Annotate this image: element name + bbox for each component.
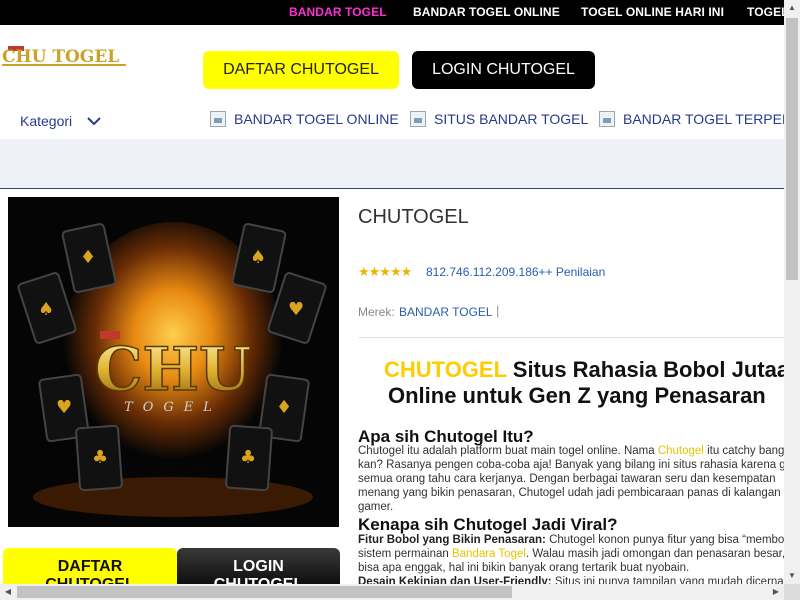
topbar-link-togel-online-hari-ini[interactable]: TOGEL ONLINE HARI INI <box>581 5 724 19</box>
scroll-up-arrow-icon[interactable]: ▲ <box>784 0 800 16</box>
paragraph-line: kan? Rasanya pengen coba-coba aja! Banya… <box>358 459 798 471</box>
button-label: DAFTAR <box>57 558 123 575</box>
topbar-link-bandar-togel[interactable]: BANDAR TOGEL <box>289 5 387 19</box>
merek-separator: | <box>496 303 500 318</box>
svg-text:♠: ♠ <box>250 247 266 268</box>
svg-text:♣: ♣ <box>240 447 256 468</box>
text-span: Chutogel konon punya fitur yang bisa “me… <box>545 534 800 546</box>
breadcrumb-band <box>0 139 784 189</box>
paragraph-line: semua orang tahu cara kerjanya. Dengan b… <box>358 473 776 485</box>
merek-link[interactable]: BANDAR TOGEL <box>399 305 493 319</box>
chutogel-link[interactable]: Chutogel <box>658 445 704 457</box>
kategori-menu[interactable]: Kategori <box>20 113 72 129</box>
article-headline-line2: Online untuk Gen Z yang Penasaran <box>388 383 766 408</box>
topbar-link-togel[interactable]: TOGEL <box>747 5 784 19</box>
paragraph-line: sistem permainan Bandara Togel. Walau ma… <box>358 548 785 562</box>
button-label: LOGIN <box>233 558 284 575</box>
scrollbar-corner <box>784 584 800 600</box>
paragraph-line: Fitur Bobol yang Bikin Penasaran: Chutog… <box>358 534 800 548</box>
star-rating-icon: ★★★★★ <box>358 264 412 279</box>
paragraph-line: Chutogel itu adalah platform buat main t… <box>358 445 794 459</box>
nav-link-bandar-togel-terpercaya[interactable]: BANDAR TOGEL TERPERCAYA <box>623 111 800 127</box>
paragraph-line: menang yang bikin penasaran, Chutogel ud… <box>358 487 781 499</box>
scroll-left-arrow-icon[interactable]: ◀ <box>0 584 16 600</box>
broken-image-icon <box>599 111 615 127</box>
bandara-togel-link[interactable]: Bandara Togel <box>452 548 526 560</box>
broken-image-icon <box>210 111 226 127</box>
section-title-apa: Apa sih Chutogel Itu? <box>358 427 534 446</box>
article-headline: CHUTOGEL Situs Rahasia Bobol Jutaan <box>384 356 800 384</box>
bold-lead: Fitur Bobol yang Bikin Penasaran: <box>358 534 546 546</box>
headline-rest: Situs Rahasia Bobol Jutaan <box>506 357 800 382</box>
product-image: ♠ ♦ ♥ ♣ ♠ ♥ ♦ ♣ CHU TOGEL <box>8 197 339 527</box>
chevron-down-icon[interactable] <box>86 113 102 129</box>
text-span: sistem permainan <box>358 548 452 560</box>
daftar-button[interactable]: DAFTAR CHUTOGEL <box>203 51 399 89</box>
svg-text:♠: ♠ <box>38 299 54 320</box>
svg-text:CHU: CHU <box>95 335 252 405</box>
nav-link-situs-bandar-togel[interactable]: SITUS BANDAR TOGEL <box>434 111 588 127</box>
rating-count[interactable]: 812.746.112.209.186++ Penilaian <box>426 265 605 279</box>
login-button[interactable]: LOGIN CHUTOGEL <box>412 51 595 89</box>
text-span: Chutogel itu adalah platform buat main t… <box>358 445 658 457</box>
top-bar: BANDAR TOGEL BANDAR TOGEL ONLINE TOGEL O… <box>0 0 784 25</box>
merek-label: Merek: <box>358 305 395 319</box>
paragraph-line: gamer. <box>358 501 394 513</box>
svg-text:♣: ♣ <box>92 447 108 468</box>
svg-text:♥: ♥ <box>56 397 72 418</box>
svg-text:♥: ♥ <box>288 299 304 320</box>
section-title-kenapa: Kenapa sih Chutogel Jadi Viral? <box>358 515 618 534</box>
vertical-scroll-thumb[interactable] <box>786 18 798 280</box>
product-title: CHUTOGEL <box>358 206 469 228</box>
svg-text:TOGEL: TOGEL <box>124 400 222 415</box>
horizontal-scroll-thumb[interactable] <box>17 586 512 598</box>
scroll-down-arrow-icon[interactable]: ▼ <box>784 568 800 584</box>
divider <box>358 337 784 338</box>
headline-highlight: CHUTOGEL <box>384 357 507 382</box>
svg-text:♦: ♦ <box>80 247 96 268</box>
svg-text:♦: ♦ <box>276 397 292 418</box>
site-logo[interactable]: CHU TOGEL <box>2 42 126 68</box>
scroll-right-arrow-icon[interactable]: ▶ <box>768 584 784 600</box>
topbar-link-bandar-togel-online[interactable]: BANDAR TOGEL ONLINE <box>413 5 560 19</box>
nav-link-bandar-togel-online[interactable]: BANDAR TOGEL ONLINE <box>234 111 399 127</box>
broken-image-icon <box>410 111 426 127</box>
text-span: . Walau masih jadi omongan dan penasaran… <box>525 548 786 560</box>
paragraph-line: bisa apa enggak, hal ini bikin banyak or… <box>358 562 690 574</box>
text-span: itu catchy banget <box>703 445 795 457</box>
